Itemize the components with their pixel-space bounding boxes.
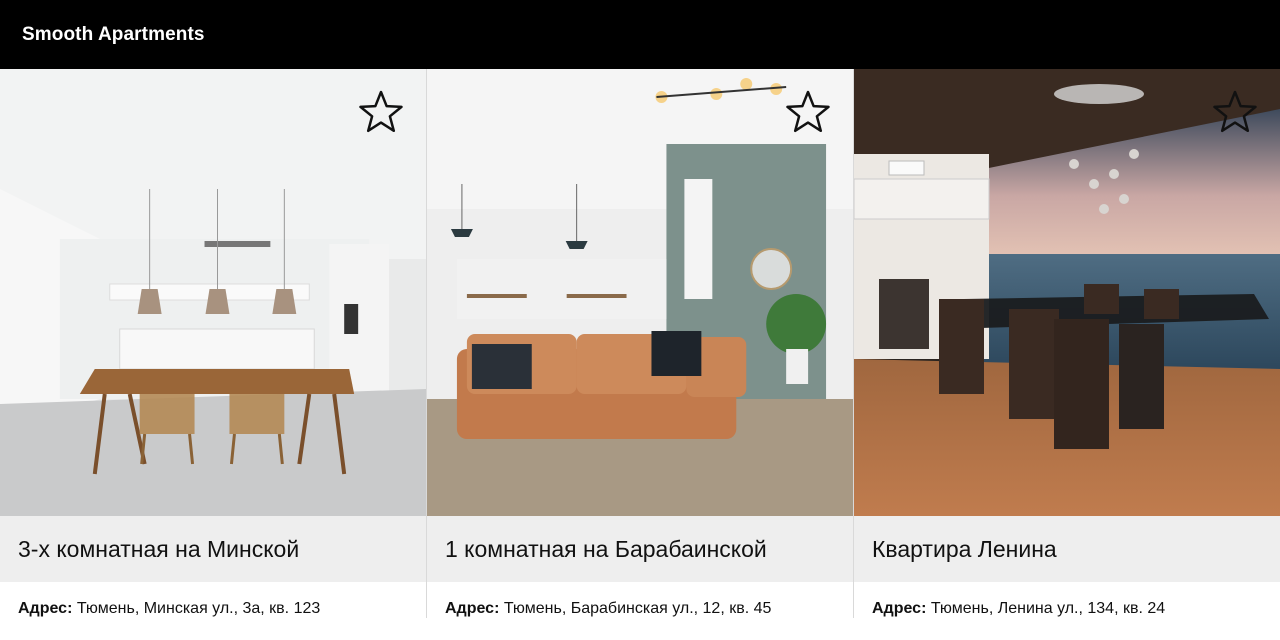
listing-title[interactable]: Квартира Ленина [872, 536, 1057, 563]
dining-room-photo [854, 69, 1280, 516]
favorite-star-icon[interactable] [1212, 89, 1258, 135]
listing-title-bar: 1 комнатная на Барабаинской [427, 516, 853, 582]
listing-card[interactable]: Квартира Ленина Адрес: Тюмень, Ленина ул… [854, 69, 1280, 618]
kitchen-photo [0, 69, 426, 516]
brand-logo-text[interactable]: Smooth Apartments [22, 24, 205, 46]
listing-title-bar: Квартира Ленина [854, 516, 1280, 582]
address-label: Адрес: [872, 600, 927, 617]
listing-title-bar: 3-х комнатная на Минской [0, 516, 426, 582]
favorite-star-icon[interactable] [785, 89, 831, 135]
top-navbar: Smooth Apartments [0, 0, 1280, 69]
listing-photo[interactable] [427, 69, 853, 516]
listing-photo[interactable] [854, 69, 1280, 516]
listing-address: Адрес: Тюмень, Минская ул., 3а, кв. 123 [0, 582, 426, 618]
address-label: Адрес: [445, 600, 500, 617]
address-value: Тюмень, Минская ул., 3а, кв. 123 [76, 600, 321, 617]
listing-card[interactable]: 3-х комнатная на Минской Адрес: Тюмень, … [0, 69, 427, 618]
listing-address: Адрес: Тюмень, Барабинская ул., 12, кв. … [427, 582, 853, 618]
listing-card[interactable]: 1 комнатная на Барабаинской Адрес: Тюмен… [427, 69, 854, 618]
listing-title[interactable]: 1 комнатная на Барабаинской [445, 536, 767, 563]
address-value: Тюмень, Барабинская ул., 12, кв. 45 [503, 600, 772, 617]
address-value: Тюмень, Ленина ул., 134, кв. 24 [930, 600, 1166, 617]
listing-title[interactable]: 3-х комнатная на Минской [18, 536, 299, 563]
favorite-star-icon[interactable] [358, 89, 404, 135]
living-room-photo [427, 69, 853, 516]
address-label: Адрес: [18, 600, 73, 617]
listing-photo[interactable] [0, 69, 426, 516]
listing-grid: 3-х комнатная на Минской Адрес: Тюмень, … [0, 69, 1280, 618]
listing-address: Адрес: Тюмень, Ленина ул., 134, кв. 24 [854, 582, 1280, 618]
